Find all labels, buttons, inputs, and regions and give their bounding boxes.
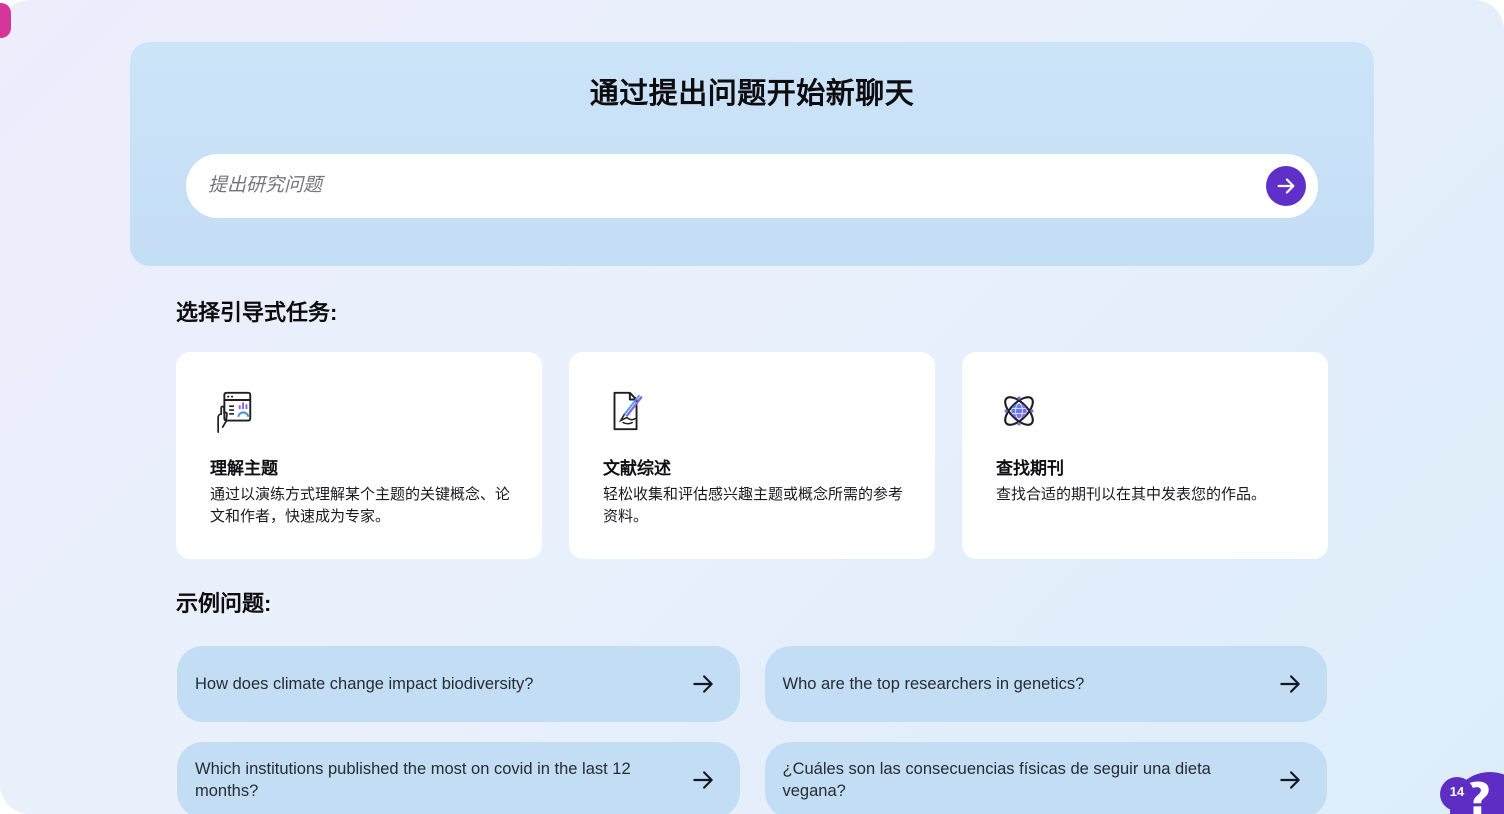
example-question-genetics[interactable]: Who are the top researchers in genetics? <box>765 646 1328 722</box>
tasks-heading: 选择引导式任务: <box>176 295 1328 327</box>
example-question-text: ¿Cuáles son las consecuencias físicas de… <box>783 758 1253 802</box>
hero-card: 通过提出问题开始新聊天 <box>130 42 1374 266</box>
question-input-wrapper <box>186 154 1318 218</box>
task-card-understand-topic[interactable]: 理解主题 通过以演练方式理解某个主题的关键概念、论文和作者，快速成为专家。 <box>176 352 542 559</box>
document-pen-icon <box>603 388 649 434</box>
examples-heading: 示例问题: <box>176 586 1328 618</box>
task-card-description: 通过以演练方式理解某个主题的关键概念、论文和作者，快速成为专家。 <box>210 484 512 528</box>
arrow-right-icon <box>690 767 716 793</box>
example-question-covid[interactable]: Which institutions published the most on… <box>177 742 740 814</box>
research-question-input[interactable] <box>186 154 1318 218</box>
task-card-title: 理解主题 <box>210 454 512 479</box>
atom-globe-icon <box>996 388 1042 434</box>
example-question-climate[interactable]: How does climate change impact biodivers… <box>177 646 740 722</box>
example-question-text: How does climate change impact biodivers… <box>195 673 533 695</box>
task-card-title: 文献综述 <box>603 454 905 479</box>
help-widget: ? 14 <box>1394 724 1504 814</box>
example-question-text: Who are the top researchers in genetics? <box>783 673 1085 695</box>
task-cards: 理解主题 通过以演练方式理解某个主题的关键概念、论文和作者，快速成为专家。 文献… <box>176 352 1328 559</box>
pink-corner-accent <box>0 3 11 38</box>
submit-question-button[interactable] <box>1266 166 1306 206</box>
task-card-description: 轻松收集和评估感兴趣主题或概念所需的参考资料。 <box>603 484 905 528</box>
hand-browser-chart-icon <box>210 388 256 434</box>
hero-title: 通过提出问题开始新聊天 <box>186 70 1318 112</box>
task-card-description: 查找合适的期刊以在其中发表您的作品。 <box>996 484 1298 506</box>
arrow-right-icon <box>1277 671 1303 697</box>
example-question-vegan[interactable]: ¿Cuáles son las consecuencias físicas de… <box>765 742 1328 814</box>
task-card-find-journals[interactable]: 查找期刊 查找合适的期刊以在其中发表您的作品。 <box>962 352 1328 559</box>
task-card-title: 查找期刊 <box>996 454 1298 479</box>
example-questions: How does climate change impact biodivers… <box>177 646 1327 814</box>
help-badge-count[interactable]: 14 <box>1440 777 1474 811</box>
task-card-literature-review[interactable]: 文献综述 轻松收集和评估感兴趣主题或概念所需的参考资料。 <box>569 352 935 559</box>
example-question-text: Which institutions published the most on… <box>195 758 665 802</box>
page-background: 通过提出问题开始新聊天 选择引导式任务: <box>0 0 1504 814</box>
arrow-right-icon <box>1275 175 1297 197</box>
arrow-right-icon <box>690 671 716 697</box>
arrow-right-icon <box>1277 767 1303 793</box>
